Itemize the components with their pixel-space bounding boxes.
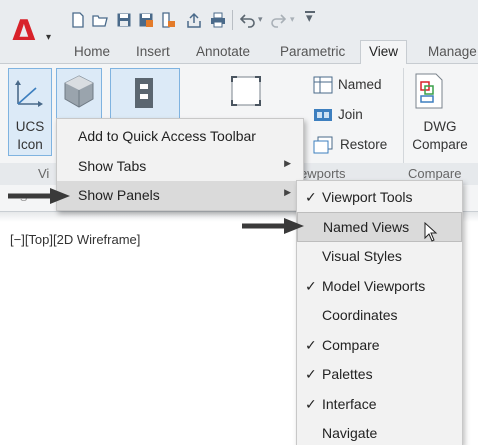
navigation-bar-icon bbox=[135, 78, 153, 108]
viewport-config-icon bbox=[231, 76, 261, 106]
menu-item-label: Add to Quick Access Toolbar bbox=[78, 128, 256, 144]
undo-dropdown-icon[interactable]: ▾ bbox=[258, 14, 263, 25]
viewport-controls-label[interactable]: [−][Top][2D Wireframe] bbox=[10, 232, 140, 247]
dwg-compare-label-line1[interactable]: DWG bbox=[404, 118, 476, 135]
submenu-item-label: Compare bbox=[322, 337, 380, 353]
named-button[interactable]: Named bbox=[338, 76, 382, 93]
menu-item-add-to-qat[interactable]: Add to Quick Access Toolbar bbox=[57, 122, 303, 151]
panel-title-model-viewports: ewports bbox=[300, 166, 346, 181]
callout-arrow-icon bbox=[242, 218, 304, 234]
dwg-compare-icon bbox=[415, 73, 443, 109]
customize-bar-icon bbox=[305, 11, 315, 13]
undo-icon[interactable] bbox=[240, 12, 256, 28]
tab-view[interactable]: View bbox=[360, 40, 408, 65]
submenu-item-label: Coordinates bbox=[322, 307, 398, 323]
restore-icon bbox=[313, 136, 333, 154]
open-icon[interactable] bbox=[92, 12, 108, 28]
tab-manage[interactable]: Manage bbox=[428, 44, 477, 59]
submenu-item-viewport-tools[interactable]: ✓ Viewport Tools bbox=[297, 183, 462, 213]
submenu-item-coordinates[interactable]: Coordinates bbox=[297, 301, 462, 331]
export-icon[interactable] bbox=[186, 12, 202, 28]
submenu-item-label: Named Views bbox=[323, 219, 410, 235]
named-viewports-icon bbox=[313, 76, 333, 94]
submenu-arrow-icon: ▶ bbox=[284, 187, 291, 197]
panel-title-viewport-tools: Vi bbox=[38, 166, 50, 181]
menu-item-show-tabs[interactable]: Show Tabs ▶ bbox=[57, 152, 303, 181]
checkmark-icon: ✓ bbox=[305, 278, 317, 294]
ucs-icon-label-line2: Icon bbox=[17, 137, 43, 152]
new-icon[interactable] bbox=[70, 12, 86, 28]
callout-arrow-icon bbox=[8, 188, 70, 204]
submenu-item-label: Model Viewports bbox=[322, 278, 426, 294]
submenu-arrow-icon: ▶ bbox=[284, 158, 291, 168]
panel-title-compare: Compare bbox=[408, 166, 462, 181]
submenu-item-label: Navigate bbox=[322, 425, 378, 441]
submenu-item-label: Visual Styles bbox=[322, 248, 402, 264]
print-icon[interactable] bbox=[210, 12, 226, 28]
redo-icon[interactable] bbox=[270, 12, 286, 28]
checkmark-icon: ✓ bbox=[305, 337, 317, 353]
redo-dropdown-icon[interactable]: ▾ bbox=[290, 14, 295, 25]
submenu-item-visual-styles[interactable]: Visual Styles bbox=[297, 242, 462, 272]
menu-item-label: Show Tabs bbox=[78, 158, 147, 174]
view-cube-icon bbox=[64, 75, 94, 108]
submenu-item-compare[interactable]: ✓ Compare bbox=[297, 331, 462, 361]
tab-parametric[interactable]: Parametric bbox=[280, 44, 345, 59]
submenu-item-interface[interactable]: ✓ Interface bbox=[297, 390, 462, 420]
menu-item-show-panels[interactable]: Show Panels ▶ bbox=[57, 181, 303, 210]
tab-insert[interactable]: Insert bbox=[136, 44, 170, 59]
ucs-icon bbox=[15, 80, 43, 107]
ribbon-context-menu: Add to Quick Access Toolbar Show Tabs ▶ … bbox=[56, 118, 304, 211]
separator bbox=[232, 10, 233, 30]
checkmark-icon: ✓ bbox=[305, 366, 317, 382]
join-button[interactable]: Join bbox=[338, 106, 363, 123]
checkmark-icon: ✓ bbox=[305, 396, 317, 412]
tab-home[interactable]: Home bbox=[74, 44, 110, 59]
save-as-icon[interactable] bbox=[138, 12, 154, 28]
submenu-item-label: Interface bbox=[322, 396, 377, 412]
submenu-item-label: Palettes bbox=[322, 366, 373, 382]
submenu-item-palettes[interactable]: ✓ Palettes bbox=[297, 360, 462, 390]
checkmark-icon: ✓ bbox=[305, 189, 317, 205]
submenu-item-model-viewports[interactable]: ✓ Model Viewports bbox=[297, 272, 462, 302]
submenu-item-navigate[interactable]: Navigate bbox=[297, 419, 462, 445]
dwg-compare-label-line2[interactable]: Compare bbox=[404, 136, 476, 153]
join-icon bbox=[314, 109, 332, 121]
ucs-icon-label-line1: UCS bbox=[15, 119, 45, 134]
menu-item-label: Show Panels bbox=[78, 187, 160, 203]
restore-button[interactable]: Restore bbox=[340, 136, 387, 153]
save-icon[interactable] bbox=[116, 12, 132, 28]
mouse-cursor-icon bbox=[424, 222, 438, 242]
submenu-item-label: Viewport Tools bbox=[322, 189, 413, 205]
show-panels-submenu: ✓ Viewport Tools Named Views Visual Styl… bbox=[296, 180, 463, 445]
import-icon[interactable] bbox=[160, 12, 176, 28]
tab-annotate[interactable]: Annotate bbox=[196, 44, 250, 59]
